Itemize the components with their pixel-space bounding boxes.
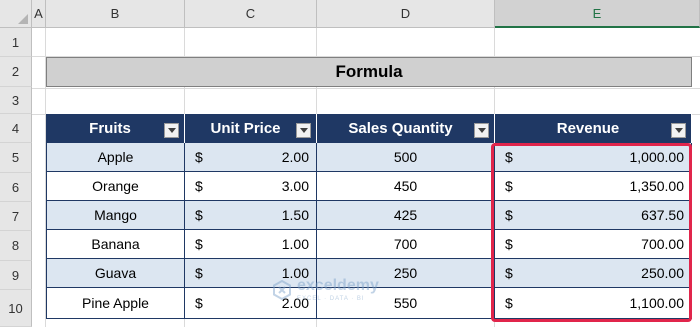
column-header-a[interactable]: A [32,0,46,28]
column-header-e[interactable]: E [495,0,700,28]
cell-unit-price[interactable]: $2.00 [185,143,317,172]
header-fruits-label: Fruits [89,120,131,137]
cell-sales-quantity[interactable]: 550 [317,288,495,319]
formula-title-cell[interactable]: Formula [46,57,692,87]
header-unit-price-label: Unit Price [210,120,281,137]
price-value: 2.00 [281,149,309,165]
column-header-b[interactable]: B [46,0,185,28]
row-header-1[interactable]: 1 [0,28,32,57]
cell-fruit[interactable]: Orange [46,172,185,201]
cell-unit-price[interactable]: $3.00 [185,172,317,201]
cell-fruit[interactable]: Pine Apple [46,288,185,319]
row-header-4[interactable]: 4 [0,114,32,143]
row-header-9[interactable]: 9 [0,261,32,290]
filter-dropdown-icon[interactable] [671,123,686,138]
column-header-c[interactable]: C [185,0,317,28]
header-fruits[interactable]: Fruits [46,114,185,143]
grid-line [32,88,700,89]
cell-sales-quantity[interactable]: 700 [317,230,495,259]
price-value: 2.00 [281,295,309,311]
cell-unit-price[interactable]: $2.00 [185,288,317,319]
row-header-2[interactable]: 2 [0,57,32,87]
filter-dropdown-icon[interactable] [164,123,179,138]
row-header-3[interactable]: 3 [0,87,32,114]
header-revenue-label: Revenue [556,120,620,137]
cell-unit-price[interactable]: $1.00 [185,230,317,259]
row-header-10[interactable]: 10 [0,290,32,327]
filter-dropdown-icon[interactable] [296,123,311,138]
cell-sales-quantity[interactable]: 500 [317,143,495,172]
price-value: 3.00 [281,178,309,194]
select-all-icon [18,14,28,24]
filter-dropdown-icon[interactable] [474,123,489,138]
row-header-7[interactable]: 7 [0,202,32,231]
header-sales-quantity-label: Sales Quantity [348,120,453,137]
header-sales-quantity[interactable]: Sales Quantity [317,114,495,143]
cell-fruit[interactable]: Mango [46,201,185,230]
row-header-8[interactable]: 8 [0,231,32,261]
cell-unit-price[interactable]: $1.50 [185,201,317,230]
cell-fruit[interactable]: Banana [46,230,185,259]
select-all-corner[interactable] [0,0,32,28]
currency-symbol: $ [195,207,203,223]
header-unit-price[interactable]: Unit Price [185,114,317,143]
currency-symbol: $ [195,295,203,311]
cell-sales-quantity[interactable]: 425 [317,201,495,230]
currency-symbol: $ [195,149,203,165]
header-revenue[interactable]: Revenue [495,114,692,143]
column-header-d[interactable]: D [317,0,495,28]
price-value: 1.50 [281,207,309,223]
price-value: 1.00 [281,236,309,252]
price-value: 1.00 [281,265,309,281]
cell-fruit[interactable]: Apple [46,143,185,172]
currency-symbol: $ [195,265,203,281]
cell-sales-quantity[interactable]: 450 [317,172,495,201]
cell-unit-price[interactable]: $1.00 [185,259,317,288]
row-header-5[interactable]: 5 [0,143,32,173]
currency-symbol: $ [195,178,203,194]
currency-symbol: $ [195,236,203,252]
revenue-highlight-box [491,143,692,322]
cell-sales-quantity[interactable]: 250 [317,259,495,288]
row-header-6[interactable]: 6 [0,173,32,202]
cell-fruit[interactable]: Guava [46,259,185,288]
